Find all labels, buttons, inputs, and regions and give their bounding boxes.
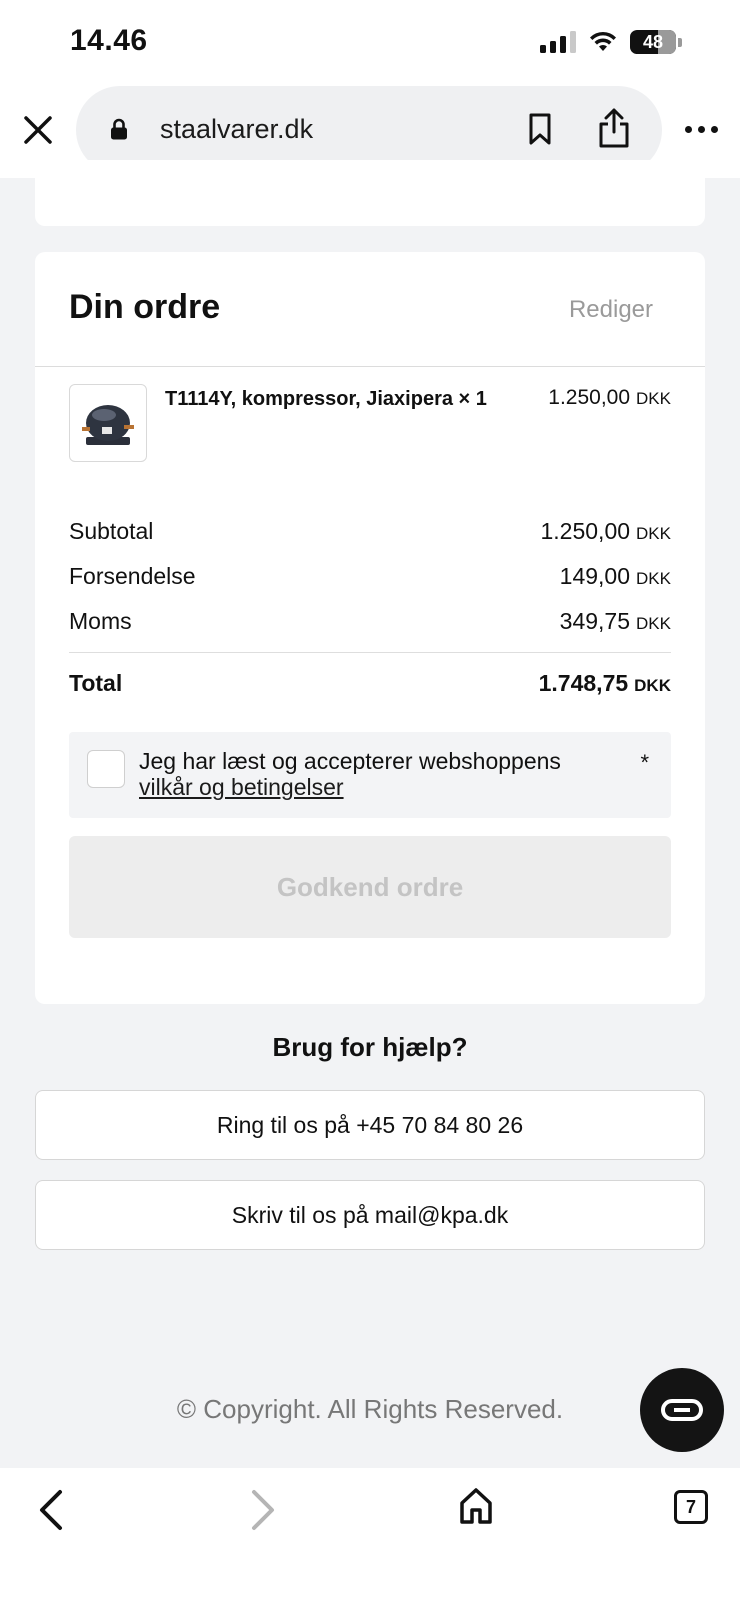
shipping-value: 149,00	[559, 563, 631, 589]
wifi-icon	[590, 31, 616, 51]
product-name: T1114Y, kompressor, Jiaxipera × 1	[165, 388, 487, 410]
shipping-label: Forsendelse	[69, 563, 196, 589]
subtotal-value: 1.250,00	[540, 518, 631, 544]
subtotal-label: Subtotal	[69, 518, 154, 544]
copyright-text: © Copyright. All Rights Reserved.	[176, 1394, 564, 1424]
status-time: 14.46	[70, 24, 148, 57]
terms-checkbox[interactable]	[87, 750, 125, 788]
subtotal-value-group: 1.250,00 DKK	[541, 518, 672, 545]
total-value-group: 1.748,75 DKK	[539, 670, 671, 697]
lock-icon	[111, 118, 127, 140]
more-options-icon[interactable]	[685, 126, 718, 133]
terms-text-block: Jeg har læst og accepterer webshoppens v…	[139, 748, 629, 800]
total-row: Total 1.748,75 DKK	[69, 670, 671, 697]
terms-link[interactable]: vilkår og betingelser	[139, 774, 344, 800]
product-price-value: 1.250,00	[548, 386, 631, 409]
currency-label: DKK	[634, 676, 671, 695]
shipping-row: Forsendelse 149,00 DKK	[69, 563, 671, 590]
battery-level: 48	[642, 31, 664, 52]
tax-label: Moms	[69, 608, 132, 634]
close-icon[interactable]	[20, 112, 56, 148]
approve-order-button[interactable]: Godkend ordre	[69, 836, 671, 938]
product-image	[69, 384, 147, 462]
edit-order-link[interactable]: Rediger	[569, 296, 653, 324]
product-price: 1.250,00 DKK	[548, 386, 671, 410]
back-icon[interactable]	[34, 1488, 70, 1532]
forward-icon[interactable]	[244, 1488, 280, 1532]
currency-label: DKK	[636, 614, 671, 633]
status-bar: 14.46 48	[0, 0, 740, 84]
previous-section-card	[35, 160, 705, 226]
browser-bottom-nav: 7	[0, 1468, 740, 1600]
tax-row: Moms 349,75 DKK	[69, 608, 671, 635]
divider	[35, 366, 705, 367]
cellular-signal-icon	[540, 31, 576, 53]
required-mark: *	[640, 750, 649, 775]
share-icon[interactable]	[596, 106, 632, 150]
bookmark-icon[interactable]	[526, 112, 554, 146]
url-text: staalvarer.dk	[160, 114, 314, 144]
order-card: Din ordre Rediger T1114Y, kompressor, Ji…	[35, 252, 705, 1004]
link-icon	[661, 1399, 703, 1421]
compressor-image-icon	[82, 405, 134, 445]
email-us-button[interactable]: Skriv til os på mail@kpa.dk	[35, 1180, 705, 1250]
total-label: Total	[69, 670, 123, 696]
divider	[69, 652, 671, 653]
currency-label: DKK	[636, 524, 671, 543]
terms-box: Jeg har læst og accepterer webshoppens v…	[69, 732, 671, 818]
currency-label: DKK	[636, 389, 671, 408]
tax-value-group: 349,75 DKK	[560, 608, 671, 635]
total-value: 1.748,75	[538, 670, 629, 696]
call-us-button[interactable]: Ring til os på +45 70 84 80 26	[35, 1090, 705, 1160]
chat-widget-button[interactable]	[640, 1368, 724, 1452]
tabs-button[interactable]: 7	[674, 1490, 708, 1524]
battery-tip	[678, 37, 682, 47]
currency-label: DKK	[636, 569, 671, 588]
battery-icon: 48	[630, 30, 676, 54]
status-icons: 48	[540, 30, 682, 54]
terms-text: Jeg har læst og accepterer webshoppens	[139, 748, 561, 774]
tax-value: 349,75	[559, 608, 631, 634]
order-title: Din ordre	[69, 288, 221, 326]
home-icon[interactable]	[458, 1486, 494, 1526]
help-title: Brug for hjælp?	[272, 1032, 468, 1062]
shipping-value-group: 149,00 DKK	[560, 563, 671, 590]
subtotal-row: Subtotal 1.250,00 DKK	[69, 518, 671, 545]
